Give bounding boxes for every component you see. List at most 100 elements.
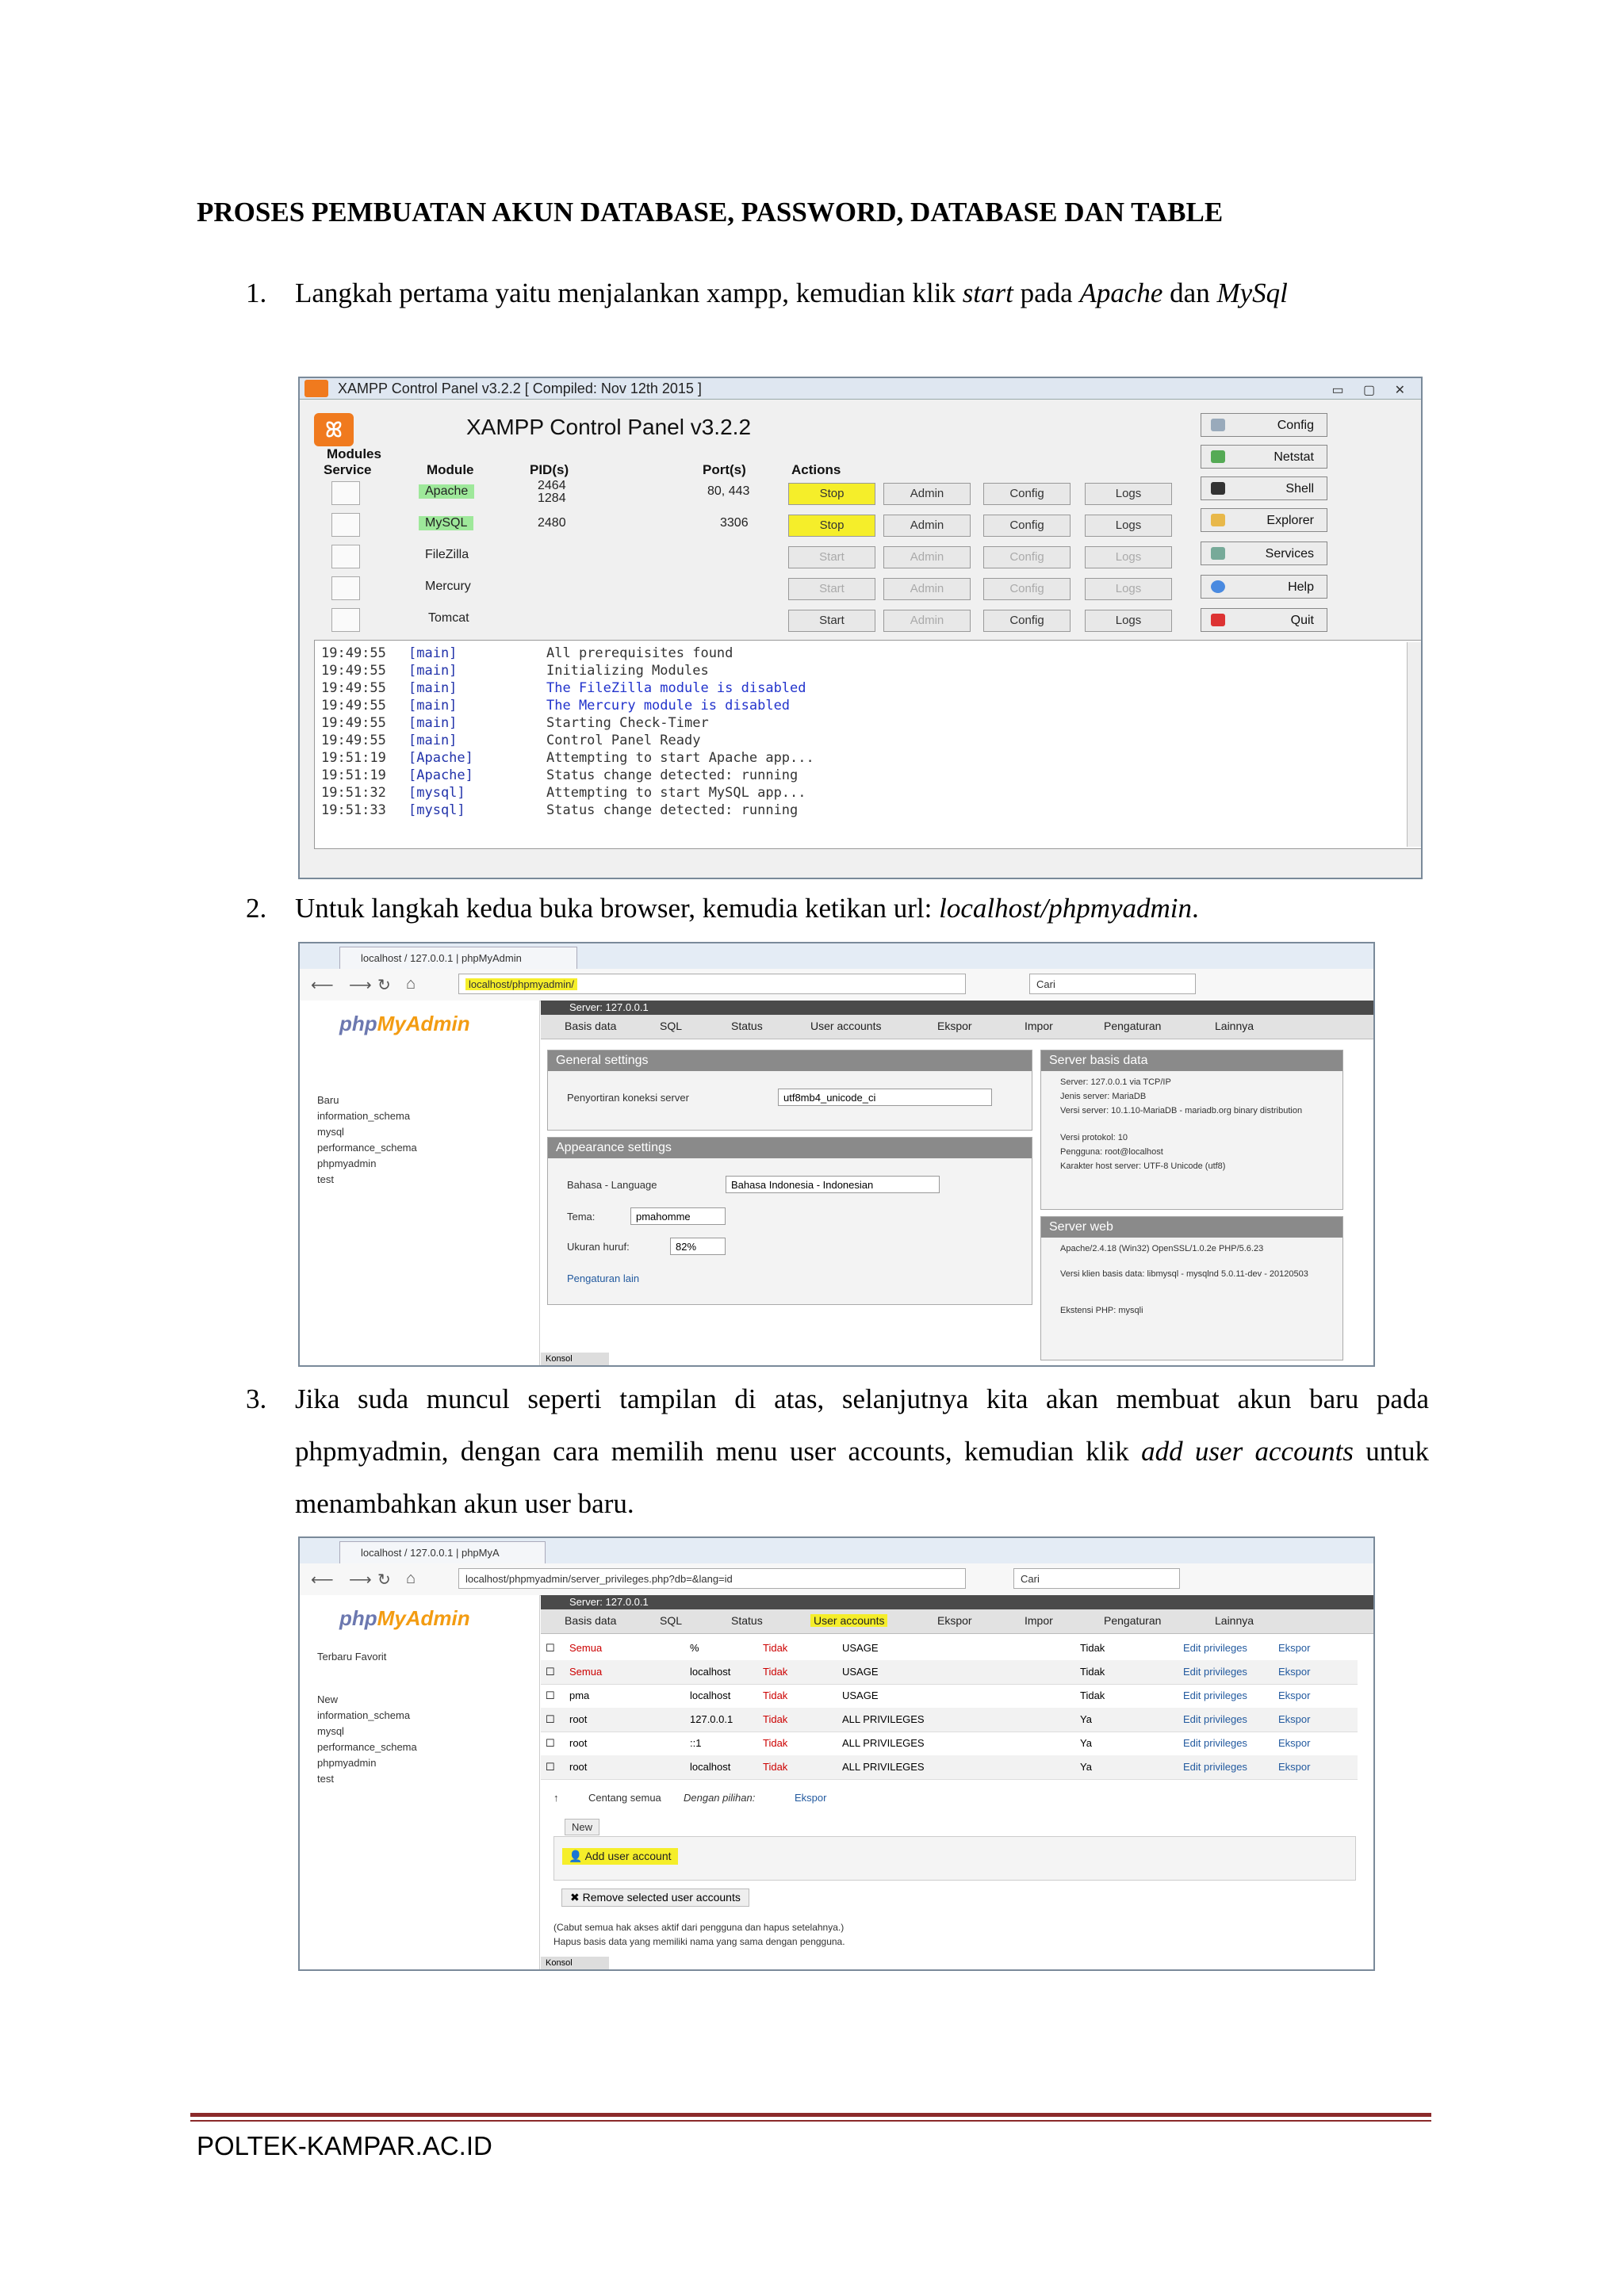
tree-item[interactable]: mysql [317,1126,344,1138]
back-icon[interactable]: ⟵ [311,975,334,995]
shell-button[interactable]: Shell [1201,476,1327,500]
table-row[interactable]: ☐ root localhost Tidak ALL PRIVILEGES Ya… [541,1755,1358,1780]
services-button[interactable]: Services [1201,541,1327,565]
logs-button[interactable]: Logs [1085,610,1172,632]
service-checkbox[interactable] [331,545,360,568]
admin-button[interactable]: Admin [883,546,971,568]
tree-item[interactable]: phpmyadmin [317,1757,376,1769]
tree-item[interactable]: test [317,1173,334,1185]
theme-select[interactable]: pmahomme [630,1207,726,1225]
menu-more[interactable]: Lainnya [1215,1020,1254,1032]
add-user-account-link[interactable]: 👤 Add user account [562,1848,678,1865]
table-row[interactable]: ☐ pma localhost Tidak USAGE Tidak Edit p… [541,1684,1358,1709]
window-controls-icon[interactable]: ▭ ▢ ✕ [1331,381,1413,401]
edit-privileges-link[interactable]: Edit privileges [1183,1642,1247,1654]
home-icon[interactable]: ⌂ [406,1570,416,1588]
row-checkbox[interactable]: ☐ [546,1761,555,1774]
language-select[interactable]: Bahasa Indonesia - Indonesian [726,1176,940,1193]
service-checkbox[interactable] [331,513,360,537]
tree-item[interactable]: information_schema [317,1110,410,1122]
menu-databases[interactable]: Basis data [565,1020,616,1032]
browser-tab[interactable]: localhost / 127.0.0.1 | phpMyAdmin [339,947,577,969]
config-button[interactable]: Config [983,483,1071,505]
menu-sql[interactable]: SQL [660,1614,682,1627]
tree-item[interactable]: phpmyadmin [317,1158,376,1169]
table-row[interactable]: ☐ root ::1 Tidak ALL PRIVILEGES Ya Edit … [541,1732,1358,1756]
more-settings-link[interactable]: Pengaturan lain [567,1272,639,1284]
menu-databases[interactable]: Basis data [565,1614,616,1627]
table-row[interactable]: ☐ Semua localhost Tidak USAGE Tidak Edit… [541,1660,1358,1685]
tree-item[interactable]: test [317,1773,334,1785]
menu-status[interactable]: Status [731,1020,763,1032]
browser-tab[interactable]: localhost / 127.0.0.1 | phpMyA [339,1541,546,1563]
tree-item[interactable]: performance_schema [317,1741,417,1753]
menu-settings[interactable]: Pengaturan [1104,1020,1161,1032]
menu-user-accounts[interactable]: User accounts [810,1614,888,1627]
recent-favorites[interactable]: Terbaru Favorit [317,1651,386,1663]
export-link[interactable]: Ekspor [1278,1689,1310,1701]
config-button[interactable]: Config [983,578,1071,600]
collation-select[interactable]: utf8mb4_unicode_ci [778,1089,992,1106]
service-checkbox[interactable] [331,608,360,632]
search-input[interactable]: Cari [1013,1568,1180,1589]
config-side-button[interactable]: Config [1201,413,1327,437]
menu-import[interactable]: Impor [1025,1614,1053,1627]
logs-button[interactable]: Logs [1085,483,1172,505]
stop-mysql-button[interactable]: Stop [788,515,875,537]
reload-icon[interactable]: ↻ [377,975,391,995]
forward-icon[interactable]: ⟶ [349,1570,372,1590]
stop-apache-button[interactable]: Stop [788,483,875,505]
log-scrollbar[interactable] [1407,642,1421,847]
row-checkbox[interactable]: ☐ [546,1642,555,1655]
search-input[interactable]: Cari [1029,974,1196,994]
check-all-checkbox[interactable]: Centang semua [588,1792,661,1804]
menu-sql[interactable]: SQL [660,1020,682,1032]
edit-privileges-link[interactable]: Edit privileges [1183,1666,1247,1678]
menu-settings[interactable]: Pengaturan [1104,1614,1161,1627]
menu-more[interactable]: Lainnya [1215,1614,1254,1627]
menu-user-accounts[interactable]: User accounts [810,1020,881,1032]
row-checkbox[interactable]: ☐ [546,1737,555,1750]
home-icon[interactable]: ⌂ [406,975,416,993]
menu-status[interactable]: Status [731,1614,763,1627]
menu-import[interactable]: Impor [1025,1020,1053,1032]
edit-privileges-link[interactable]: Edit privileges [1183,1689,1247,1701]
start-tomcat-button[interactable]: Start [788,610,875,632]
edit-privileges-link[interactable]: Edit privileges [1183,1713,1247,1725]
forward-icon[interactable]: ⟶ [349,975,372,995]
menu-export[interactable]: Ekspor [937,1020,972,1032]
logs-button[interactable]: Logs [1085,515,1172,537]
tree-item[interactable]: New [317,1693,338,1705]
export-link[interactable]: Ekspor [1278,1642,1310,1654]
edit-privileges-link[interactable]: Edit privileges [1183,1761,1247,1773]
remove-user-accounts-legend[interactable]: ✖ Remove selected user accounts [561,1888,749,1907]
admin-button[interactable]: Admin [883,610,971,632]
logs-button[interactable]: Logs [1085,546,1172,568]
menu-export[interactable]: Ekspor [937,1614,972,1627]
service-checkbox[interactable] [331,576,360,600]
table-row[interactable]: ☐ root 127.0.0.1 Tidak ALL PRIVILEGES Ya… [541,1708,1358,1732]
drop-db-checkbox-label[interactable]: Hapus basis data yang memiliki nama yang… [553,1936,845,1947]
table-row[interactable]: ☐ Semua % Tidak USAGE Tidak Edit privile… [541,1636,1358,1661]
config-button[interactable]: Config [983,610,1071,632]
tree-item[interactable]: performance_schema [317,1142,417,1154]
url-input[interactable]: localhost/phpmyadmin/server_privileges.p… [458,1568,966,1589]
xampp-log[interactable]: 19:49:55 [main] All prerequisites found 1… [314,640,1421,849]
admin-button[interactable]: Admin [883,578,971,600]
service-checkbox[interactable] [331,481,360,505]
row-checkbox[interactable]: ☐ [546,1713,555,1726]
row-checkbox[interactable]: ☐ [546,1666,555,1678]
config-button[interactable]: Config [983,546,1071,568]
config-button[interactable]: Config [983,515,1071,537]
tree-item[interactable]: information_schema [317,1709,410,1721]
console-tab[interactable]: Konsol [541,1957,609,1969]
admin-button[interactable]: Admin [883,515,971,537]
export-link[interactable]: Ekspor [1278,1737,1310,1749]
font-size-select[interactable]: 82% [670,1238,726,1255]
export-link[interactable]: Ekspor [1278,1713,1310,1725]
url-input[interactable]: localhost/phpmyadmin/ [458,974,966,994]
logs-button[interactable]: Logs [1085,578,1172,600]
export-link[interactable]: Ekspor [1278,1761,1310,1773]
export-selected-link[interactable]: Ekspor [795,1792,826,1804]
back-icon[interactable]: ⟵ [311,1570,334,1590]
